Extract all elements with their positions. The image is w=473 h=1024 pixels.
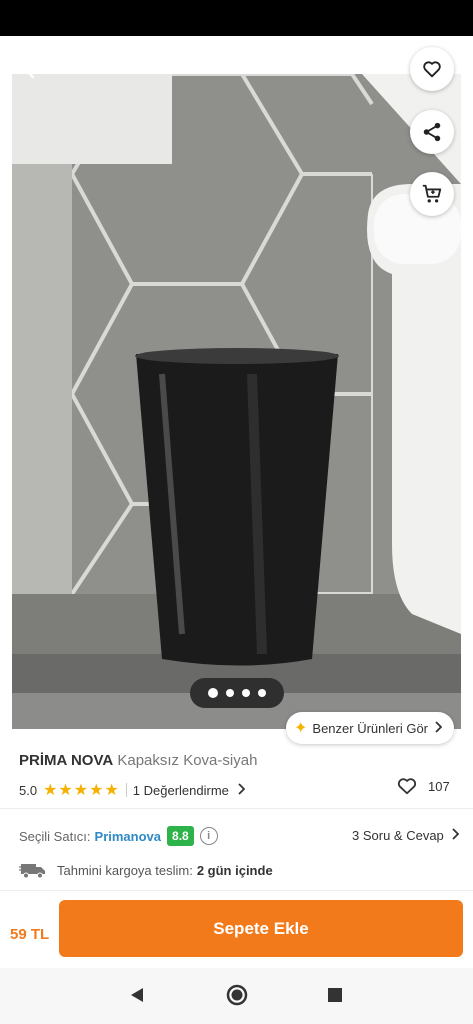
product-name: Kapaksız Kova-siyah xyxy=(117,752,258,769)
back-button[interactable] xyxy=(14,50,54,90)
favorite-count: 107 xyxy=(428,778,450,794)
image-pager[interactable] xyxy=(190,678,284,708)
cart-button[interactable] xyxy=(410,172,454,216)
product-image[interactable] xyxy=(12,74,461,729)
divider xyxy=(125,783,127,797)
product-price: 59 TL xyxy=(10,926,50,943)
pager-dot[interactable] xyxy=(208,688,218,698)
nav-back-button[interactable] xyxy=(128,986,146,1009)
heart-icon xyxy=(423,61,441,78)
delivery-row: Tahmini kargoya teslim: 2 gün içinde xyxy=(19,859,273,881)
chevron-right-icon xyxy=(434,720,443,736)
seller-name-link[interactable]: Primanova xyxy=(95,829,161,844)
reviews-label: 1 Değerlendirme xyxy=(132,782,229,798)
status-bar xyxy=(0,0,473,36)
qa-label: 3 Soru & Cevap xyxy=(352,828,444,843)
sparkle-icon: ✦ xyxy=(294,720,308,737)
seller-label: Seçili Satıcı: xyxy=(19,828,91,844)
favorite-button[interactable] xyxy=(410,47,454,91)
seller-score-badge: 8.8 xyxy=(167,826,194,846)
nav-back-icon xyxy=(131,988,143,1002)
questions-answers-link[interactable]: 3 Soru & Cevap xyxy=(352,828,460,843)
divider xyxy=(0,808,473,809)
system-navigation-bar xyxy=(0,968,473,1024)
rating-stars: ★★★★★ xyxy=(43,782,120,799)
product-brand[interactable]: PRİMA NOVA xyxy=(19,752,113,769)
heart-icon xyxy=(397,778,417,795)
pager-dot[interactable] xyxy=(226,689,234,697)
nav-recent-icon xyxy=(328,988,342,1002)
delivery-label: Tahmini kargoya teslim: xyxy=(57,862,193,878)
info-icon[interactable]: i xyxy=(199,827,218,845)
chevron-right-icon xyxy=(237,782,245,795)
nav-home-button[interactable] xyxy=(226,984,248,1011)
pager-dot[interactable] xyxy=(242,689,250,697)
rating-row: 5.0 ★★★★★ 1 Değerlendirme xyxy=(19,780,459,800)
nav-recent-button[interactable] xyxy=(327,987,343,1008)
similar-products-button[interactable]: ✦ Benzer Ürünleri Gör xyxy=(286,712,454,744)
rating-value: 5.0 xyxy=(19,782,38,798)
nav-home-icon xyxy=(226,984,248,1006)
product-photo-illustration xyxy=(12,74,461,693)
cart-icon xyxy=(422,184,442,203)
back-arrow-icon xyxy=(24,61,44,79)
share-icon xyxy=(423,122,441,142)
truck-icon xyxy=(19,864,45,879)
delivery-value: 2 gün içinde xyxy=(196,862,273,878)
reviews-link[interactable]: 1 Değerlendirme xyxy=(133,783,245,798)
chevron-right-icon xyxy=(452,828,460,840)
similar-products-label: Benzer Ürünleri Gör xyxy=(312,720,429,736)
pager-dot[interactable] xyxy=(258,689,266,697)
product-title: PRİMA NOVA Kapaksız Kova-siyah xyxy=(19,752,257,769)
add-to-cart-button[interactable]: Sepete Ekle xyxy=(59,900,463,957)
favorite-count-button[interactable]: 107 xyxy=(396,776,450,796)
share-button[interactable] xyxy=(410,110,454,154)
